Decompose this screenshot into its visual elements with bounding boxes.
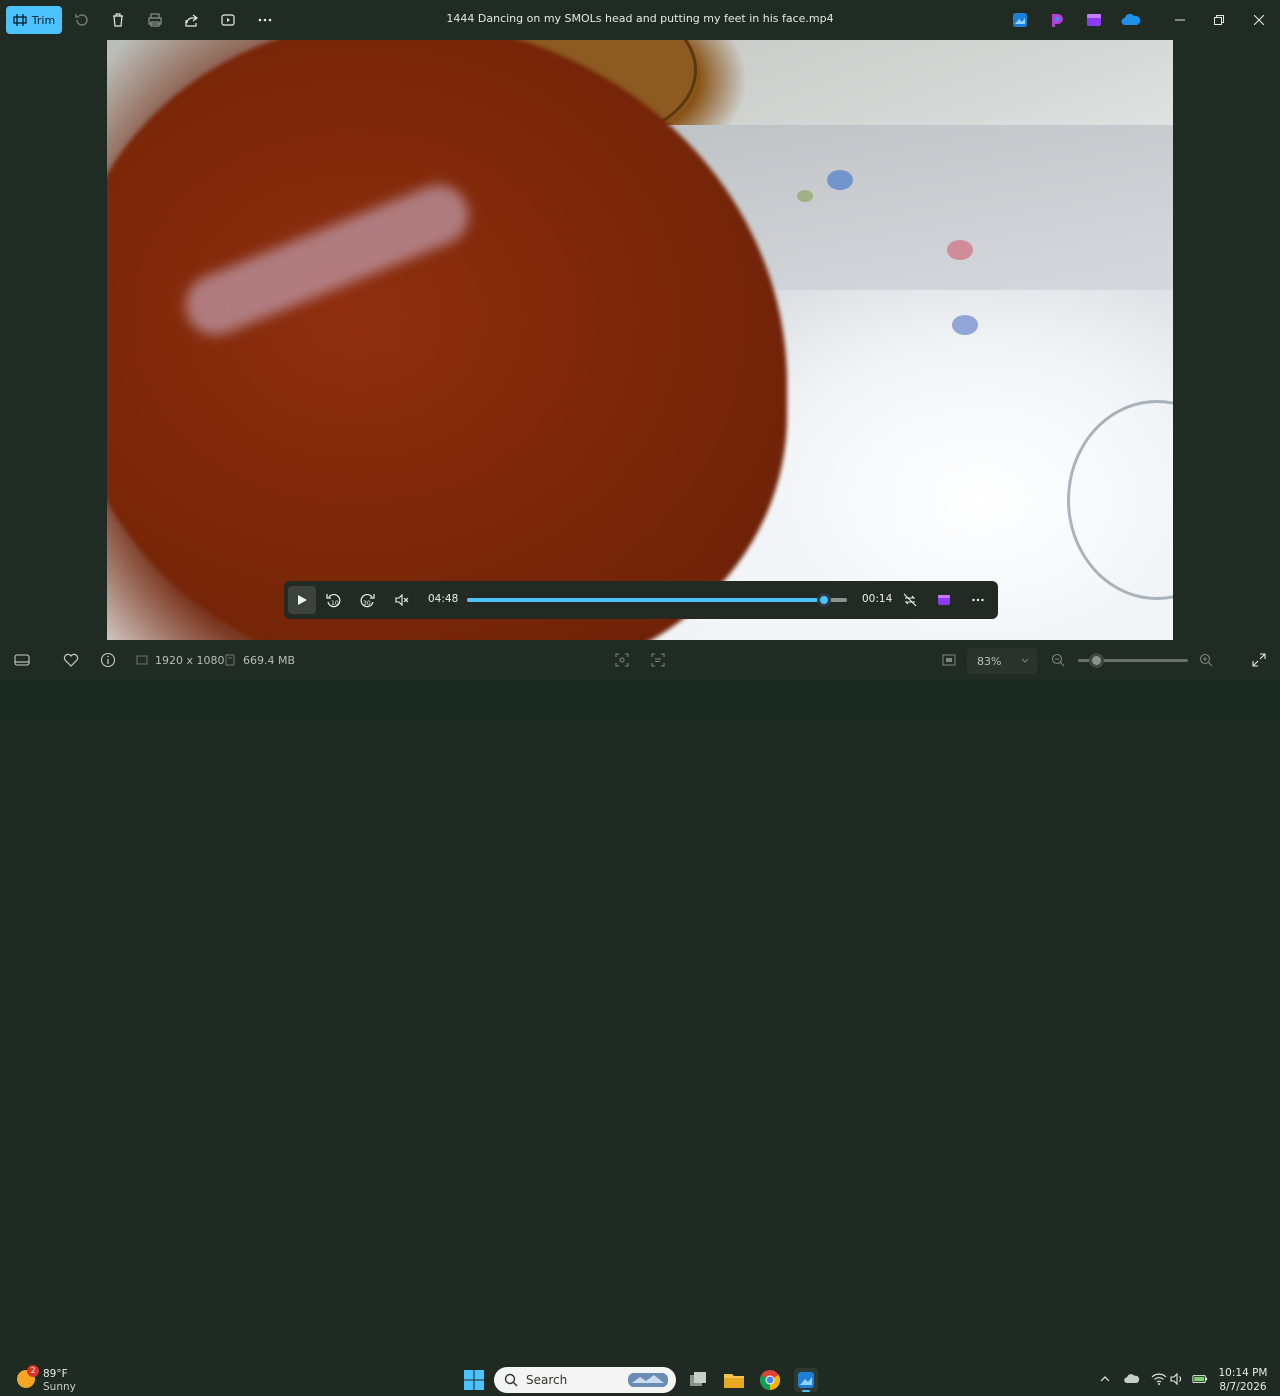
- top-toolbar: Trim 1444 Dancing on my SMOLs head and p…: [0, 0, 1280, 40]
- photos-app-window: Trim 1444 Dancing on my SMOLs head and p…: [0, 0, 1280, 680]
- zoom-slider[interactable]: [1078, 653, 1188, 668]
- filmstrip-toggle-icon[interactable]: [14, 652, 30, 668]
- search-highlight-icon: [628, 1373, 668, 1387]
- favorite-heart-icon[interactable]: [63, 652, 79, 668]
- trim-label: Trim: [31, 13, 56, 27]
- clock-date: 8/7/2026: [1219, 1381, 1267, 1393]
- show-hidden-icons-chevron-up-icon[interactable]: [1097, 1371, 1113, 1387]
- weather-temperature[interactable]: 89°F: [43, 1368, 68, 1380]
- restore-button[interactable]: [1209, 10, 1229, 30]
- zoom-out-icon[interactable]: [1050, 652, 1066, 668]
- seek-bar[interactable]: [467, 593, 847, 607]
- chrome-icon[interactable]: [758, 1368, 782, 1392]
- battery-icon[interactable]: [1192, 1371, 1208, 1387]
- zoom-level-dropdown[interactable]: 83%: [967, 648, 1037, 674]
- onedrive-icon[interactable]: [1121, 11, 1141, 29]
- mute-button[interactable]: [389, 588, 415, 612]
- rewind-10-icon: 10: [326, 593, 341, 608]
- more-icon[interactable]: [255, 10, 275, 30]
- video-frame[interactable]: [107, 40, 1173, 640]
- player-more-button[interactable]: [965, 588, 991, 612]
- clipchamp-app-icon[interactable]: [1085, 11, 1103, 29]
- skip-back-10-button[interactable]: 10: [321, 588, 347, 612]
- elapsed-time: 04:48: [428, 593, 459, 605]
- photos-app-icon[interactable]: [1011, 11, 1029, 29]
- remaining-time: 00:14: [862, 593, 893, 605]
- dimensions-icon: [134, 652, 150, 668]
- zoom-slider-thumb[interactable]: [1088, 653, 1104, 668]
- print-icon[interactable]: [145, 10, 165, 30]
- file-size-icon: [222, 652, 238, 668]
- media-controls: 10 30 04:48 00:14: [284, 581, 998, 619]
- skip-forward-30-button[interactable]: 30: [354, 588, 380, 612]
- chevron-down-icon: [1022, 658, 1029, 663]
- more-icon: [972, 598, 984, 602]
- svg-text:10: 10: [331, 600, 339, 607]
- scan-text-icon[interactable]: [650, 652, 666, 668]
- seek-bar-thumb[interactable]: [817, 593, 832, 607]
- close-button[interactable]: [1249, 10, 1269, 30]
- image-dimensions: 1920 x 1080: [155, 654, 225, 667]
- zoom-level-value: 83%: [977, 654, 1002, 668]
- play-button[interactable]: [288, 586, 316, 614]
- search-placeholder: Search: [526, 1373, 568, 1387]
- windows-logo-icon: [464, 1370, 484, 1390]
- onedrive-tray-icon[interactable]: [1124, 1371, 1140, 1387]
- clipchamp-icon: [938, 595, 950, 605]
- file-info-icon[interactable]: [100, 652, 116, 668]
- repeat-off-icon: [903, 593, 917, 607]
- repeat-button[interactable]: [897, 588, 923, 612]
- wifi-icon[interactable]: [1151, 1371, 1167, 1387]
- actual-size-icon[interactable]: [941, 652, 957, 668]
- play-icon: [298, 595, 307, 605]
- clock-time: 10:14 PM: [1218, 1367, 1268, 1379]
- slideshow-icon[interactable]: [218, 10, 238, 30]
- system-clock[interactable]: 10:14 PM 8/7/2026: [1212, 1366, 1274, 1394]
- fullscreen-icon[interactable]: [1251, 652, 1267, 668]
- file-explorer-icon[interactable]: [722, 1368, 746, 1392]
- minimize-button[interactable]: [1170, 10, 1190, 30]
- weather-badge: 2: [27, 1365, 39, 1377]
- volume-icon[interactable]: [1169, 1371, 1185, 1387]
- forward-30-icon: 30: [360, 593, 375, 608]
- visual-search-icon[interactable]: [614, 652, 630, 668]
- taskbar: 2 89°F Sunny Search 10:14 PM 8/7/2026: [0, 680, 1280, 1393]
- search-icon: [504, 1373, 518, 1387]
- weather-description[interactable]: Sunny: [43, 1381, 76, 1393]
- photos-taskbar-icon[interactable]: [794, 1368, 818, 1392]
- muted-speaker-icon: [395, 593, 409, 607]
- trim-button[interactable]: Trim: [6, 6, 62, 34]
- zoom-in-icon[interactable]: [1198, 652, 1214, 668]
- file-size: 669.4 MB: [243, 654, 296, 667]
- start-button[interactable]: [462, 1368, 486, 1392]
- taskbar-search-box[interactable]: Search: [494, 1367, 676, 1393]
- share-icon[interactable]: [182, 10, 202, 30]
- clipchamp-edit-button[interactable]: [931, 588, 957, 612]
- seek-bar-fill: [467, 598, 825, 602]
- task-view-icon[interactable]: [686, 1368, 710, 1392]
- window-title: 1444 Dancing on my SMOLs head and puttin…: [446, 12, 834, 25]
- trim-icon: [13, 14, 27, 26]
- rotate-icon[interactable]: [72, 10, 92, 30]
- delete-icon[interactable]: [108, 10, 128, 30]
- designer-app-icon[interactable]: [1048, 11, 1066, 29]
- svg-text:30: 30: [363, 600, 371, 607]
